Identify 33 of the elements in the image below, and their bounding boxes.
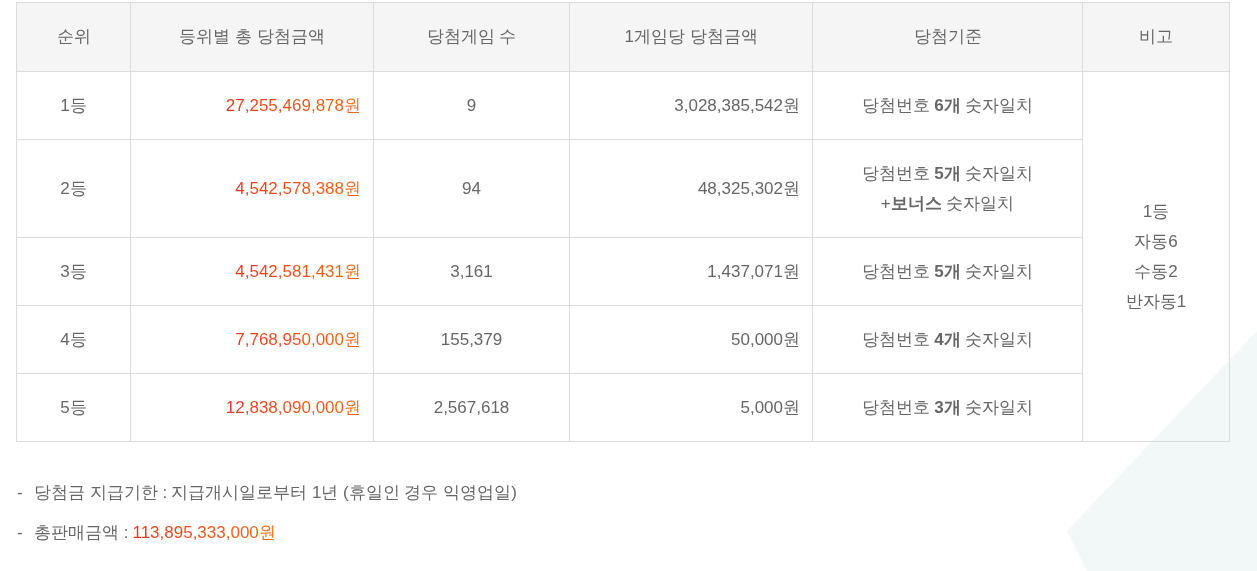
table-cell: 3,161 bbox=[373, 237, 570, 306]
column-header: 등위별 총 당첨금액 bbox=[130, 2, 374, 72]
column-header: 당첨게임 수 bbox=[373, 2, 570, 72]
table-cell: 50,000원 bbox=[569, 305, 813, 374]
column-header: 1게임당 당첨금액 bbox=[569, 2, 813, 72]
table-cell: 12,838,090,000원 bbox=[130, 373, 374, 442]
bullet: - bbox=[17, 521, 24, 544]
column-header: 순위 bbox=[16, 2, 131, 72]
table-cell: 7,768,950,000원 bbox=[130, 305, 374, 374]
table-cell: 3등 bbox=[16, 237, 131, 306]
table-cell: 48,325,302원 bbox=[569, 139, 813, 238]
table-cell: 4등 bbox=[16, 305, 131, 374]
table-cell: 2,567,618 bbox=[373, 373, 570, 442]
table-cell: 5등 bbox=[16, 373, 131, 442]
table-cell: 94 bbox=[373, 139, 570, 238]
note-label: 총판매금액 : bbox=[34, 521, 129, 544]
table-cell: 9 bbox=[373, 71, 570, 140]
table-cell: 1,437,071원 bbox=[569, 237, 813, 306]
table-cell: 4,542,578,388원 bbox=[130, 139, 374, 238]
table-cell: 3,028,385,542원 bbox=[569, 71, 813, 140]
note-value: 지급개시일로부터 1년 (휴일인 경우 익영업일) bbox=[171, 482, 517, 504]
table-cell: 1등 bbox=[16, 71, 131, 140]
bullet: - bbox=[17, 482, 24, 504]
table-cell: 2등 bbox=[16, 139, 131, 238]
table-cell: 5,000원 bbox=[569, 373, 813, 442]
table-cell: 27,255,469,878원 bbox=[130, 71, 374, 140]
note-label: 당첨금 지급기한 : bbox=[34, 482, 168, 504]
table-cell: 4,542,581,431원 bbox=[130, 237, 374, 306]
table-cell: 당첨번호 6개 숫자일치 bbox=[812, 71, 1083, 140]
table-cell: 155,379 bbox=[373, 305, 570, 374]
column-header: 당첨기준 bbox=[812, 2, 1083, 72]
column-header: 비고 bbox=[1082, 2, 1230, 72]
table-cell: 1등 자동6 수동2 반자동1 bbox=[1082, 71, 1230, 442]
